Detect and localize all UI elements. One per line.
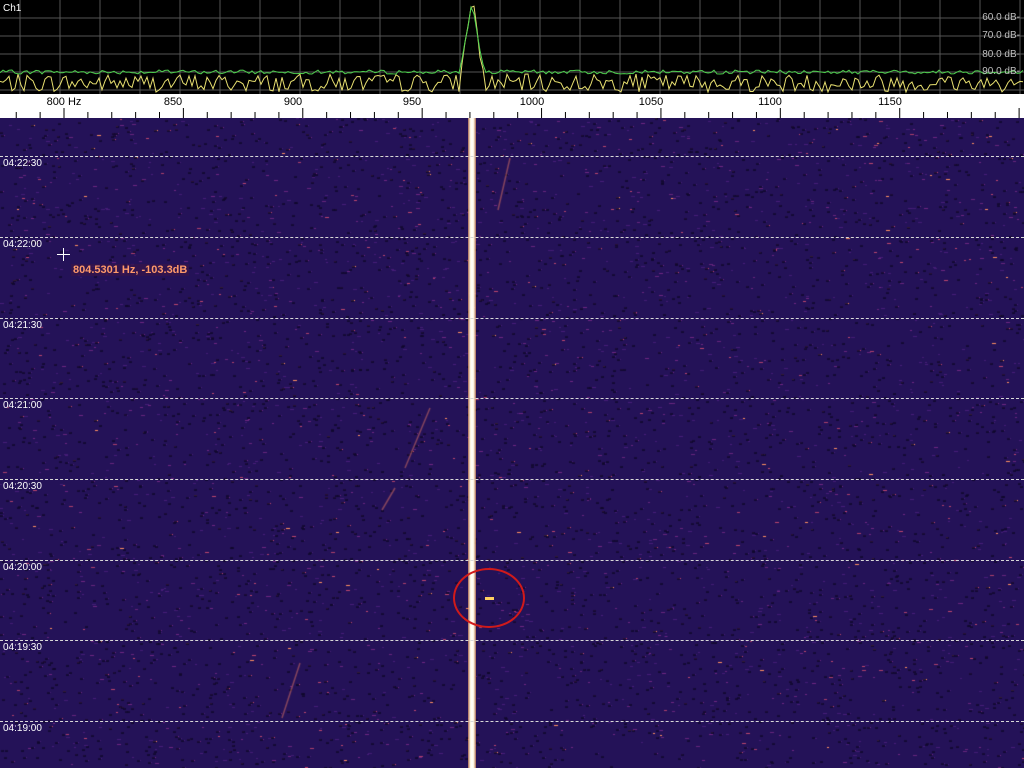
highlight-circle-annotation <box>453 568 525 628</box>
freq-label-850: 850 <box>163 96 183 108</box>
waterfall-noise <box>0 118 1024 768</box>
db-label-60: 60.0 dB- <box>982 12 1020 23</box>
freq-label-950: 950 <box>402 96 422 108</box>
db-label-80: 80.0 dB- <box>982 49 1020 60</box>
time-gridline <box>0 237 1024 238</box>
frequency-scale[interactable]: 800 Hz 850 900 950 1000 1050 1100 1150 <box>0 94 1024 118</box>
db-label-70: 70.0 dB- <box>982 30 1020 41</box>
time-gridline <box>0 479 1024 480</box>
time-gridline <box>0 156 1024 157</box>
freq-label-800: 800 Hz <box>46 96 82 108</box>
time-label: 04:20:00 <box>3 562 42 573</box>
time-gridline <box>0 640 1024 641</box>
frequency-ticks <box>15 108 1020 118</box>
freq-label-1050: 1050 <box>638 96 664 108</box>
crosshair-cursor-icon <box>57 248 70 261</box>
time-label: 04:22:30 <box>3 158 42 169</box>
time-label: 04:20:30 <box>3 481 42 492</box>
time-gridline <box>0 398 1024 399</box>
time-gridline <box>0 318 1024 319</box>
average-spectrum-trace <box>0 5 1024 75</box>
spectrum-display[interactable]: Ch1 60.0 dB- 70.0 dB- 80.0 dB- 90.0 dB- <box>0 0 1024 94</box>
freq-label-1000: 1000 <box>519 96 545 108</box>
carrier-signal-trace <box>468 118 476 768</box>
time-label: 04:21:00 <box>3 400 42 411</box>
spectrum-plot <box>0 0 1024 94</box>
freq-label-900: 900 <box>283 96 303 108</box>
time-label: 04:19:00 <box>3 723 42 734</box>
freq-label-1150: 1150 <box>878 96 902 108</box>
cursor-readout: 804.5301 Hz, -103.3dB <box>71 264 190 276</box>
channel-label: Ch1 <box>3 3 22 14</box>
time-gridline <box>0 721 1024 722</box>
waterfall-display[interactable]: 04:22:30 04:22:00 04:21:30 04:21:00 04:2… <box>0 118 1024 768</box>
db-label-90: 90.0 dB- <box>982 66 1020 77</box>
freq-label-1100: 1100 <box>758 96 782 108</box>
time-label: 04:19:30 <box>3 642 42 653</box>
time-label: 04:22:00 <box>3 239 42 250</box>
time-gridline <box>0 560 1024 561</box>
instant-spectrum-trace <box>0 5 1024 94</box>
time-label: 04:21:30 <box>3 320 42 331</box>
